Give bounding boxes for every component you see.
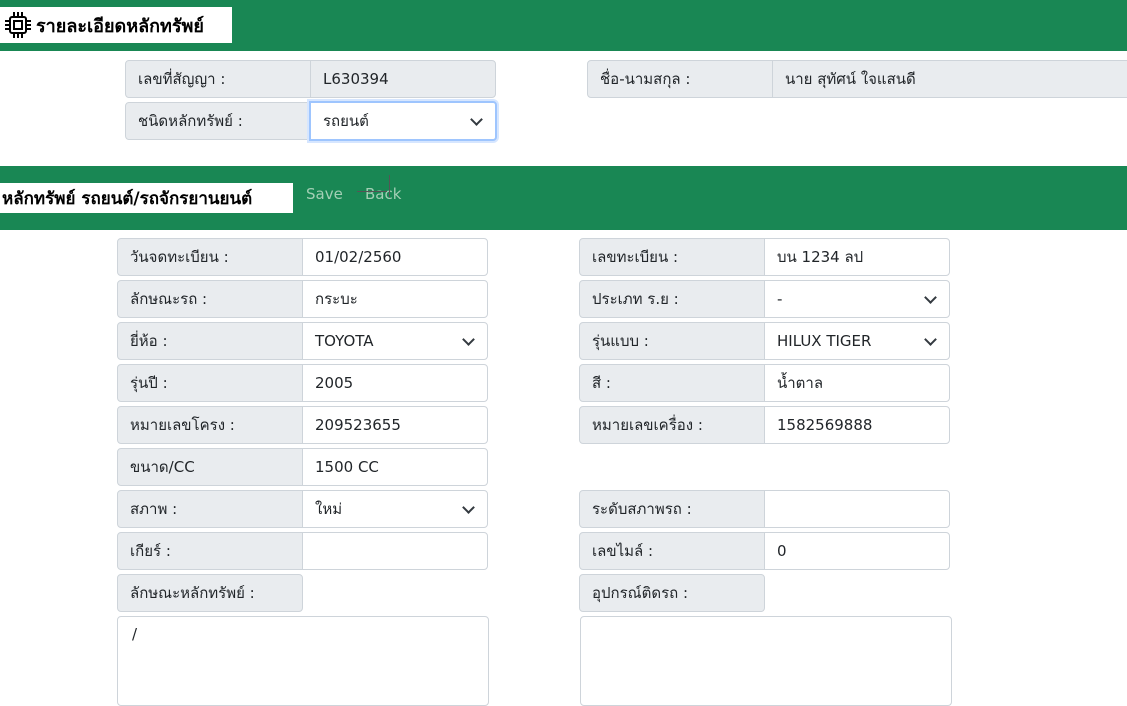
chevron-down-icon (924, 291, 937, 304)
color-label: สี : (579, 364, 765, 402)
mouse-cursor (389, 175, 390, 197)
engine-no-label: หมายเลขเครื่อง : (579, 406, 765, 444)
condition-level-label: ระดับสภาพรถ : (579, 490, 765, 528)
plate-input[interactable]: บน 1234 ลป (764, 238, 950, 276)
model-value: HILUX TIGER (777, 332, 872, 350)
body-type-label: ลักษณะรถ : (117, 280, 303, 318)
asset-desc-label: ลักษณะหลักทรัพย์ : (117, 574, 303, 612)
color-input[interactable]: น้ำตาล (764, 364, 950, 402)
condition-select[interactable]: ใหม่ (302, 490, 488, 528)
vehicle-type-select[interactable]: - (764, 280, 950, 318)
condition-level-input[interactable] (764, 490, 950, 528)
plate-label: เลขทะเบียน : (579, 238, 765, 276)
reg-date-label: วันจดทะเบียน : (117, 238, 303, 276)
asset-type-select[interactable]: รถยนต์ (309, 101, 497, 141)
asset-type-value: รถยนต์ (323, 112, 369, 130)
back-button[interactable]: Back (365, 185, 401, 203)
vehicle-type-label: ประเภท ร.ย : (579, 280, 765, 318)
brand-value: TOYOTA (315, 332, 374, 350)
gear-label: เกียร์ : (117, 532, 303, 570)
condition-value: ใหม่ (315, 500, 343, 518)
save-button[interactable]: Save (306, 185, 343, 203)
condition-label: สภาพ : (117, 490, 303, 528)
section-title: หลักทรัพย์ รถยนต์/รถจักรยานยนต์ (2, 188, 253, 209)
contract-no-field: L630394 (310, 60, 496, 98)
cc-label: ขนาด/CC (117, 448, 303, 486)
engine-no-input[interactable]: 1582569888 (764, 406, 950, 444)
page-title: รายละเอียดหลักทรัพย์ (36, 15, 204, 37)
chevron-down-icon (462, 333, 475, 346)
mileage-input[interactable]: 0 (764, 532, 950, 570)
contract-no-label: เลขที่สัญญา : (125, 60, 311, 98)
cc-input[interactable]: 1500 CC (302, 448, 488, 486)
body-type-input[interactable]: กระบะ (302, 280, 488, 318)
accessories-textarea[interactable] (580, 616, 952, 706)
name-field: นาย สุทัศน์ ใจแสนดี (772, 60, 1127, 98)
chevron-down-icon (924, 333, 937, 346)
vehicle-type-value: - (777, 290, 783, 308)
model-label: รุ่นแบบ : (579, 322, 765, 360)
mouse-cursor-crossbar (357, 191, 387, 192)
asset-type-label: ชนิดหลักทรัพย์ : (125, 102, 311, 140)
brand-label: ยี่ห้อ : (117, 322, 303, 360)
brand-select[interactable]: TOYOTA (302, 322, 488, 360)
chevron-down-icon (462, 501, 475, 514)
model-select[interactable]: HILUX TIGER (764, 322, 950, 360)
chevron-down-icon (470, 113, 483, 126)
section-title-box: หลักทรัพย์ รถยนต์/รถจักรยานยนต์ (0, 183, 293, 213)
page-title-box: รายละเอียดหลักทรัพย์ (0, 7, 232, 43)
gear-input[interactable] (302, 532, 488, 570)
year-input[interactable]: 2005 (302, 364, 488, 402)
name-label: ชื่อ-นามสกุล : (587, 60, 773, 98)
accessories-label: อุปกรณ์ติดรถ : (579, 574, 765, 612)
year-label: รุ่นปี : (117, 364, 303, 402)
cpu-chip-icon (2, 9, 34, 41)
mileage-label: เลขไมล์ : (579, 532, 765, 570)
chassis-no-label: หมายเลขโครง : (117, 406, 303, 444)
chassis-no-input[interactable]: 209523655 (302, 406, 488, 444)
asset-desc-textarea[interactable]: / (117, 616, 489, 706)
reg-date-input[interactable]: 01/02/2560 (302, 238, 488, 276)
